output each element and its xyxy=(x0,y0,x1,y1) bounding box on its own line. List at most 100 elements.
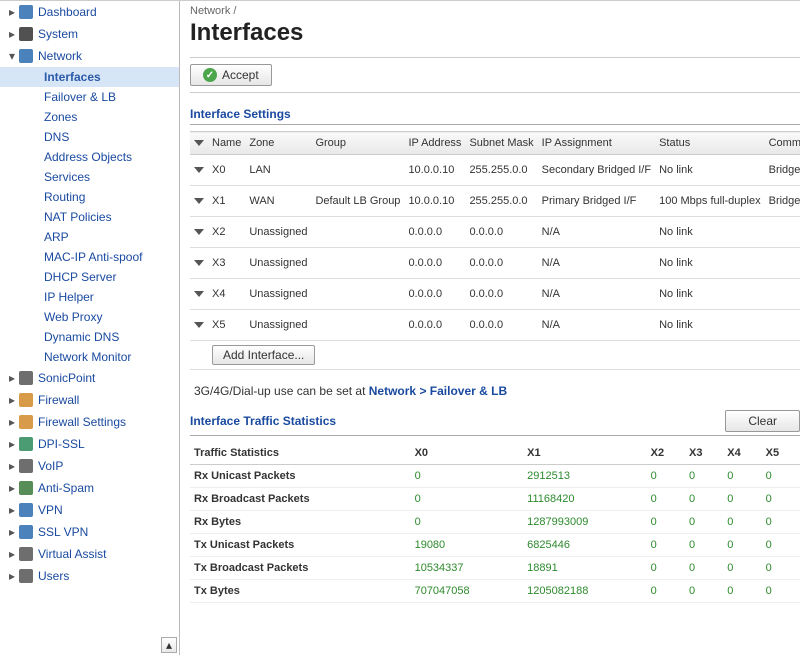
dpissl-icon xyxy=(18,436,34,452)
col-expand[interactable] xyxy=(190,132,208,155)
sidebar-item-sslvpn[interactable]: ▸SSL VPN xyxy=(0,521,179,543)
table-row: X3Unassigned0.0.0.00.0.0.0N/ANo link xyxy=(190,248,800,279)
sidebar-item-firewall[interactable]: ▸Firewall xyxy=(0,389,179,411)
sidebar-item-system[interactable]: ▸System xyxy=(0,23,179,45)
sidebar-sub-nat-policies[interactable]: NAT Policies xyxy=(0,207,179,227)
sidebar-item-antispam[interactable]: ▸Anti-Spam xyxy=(0,477,179,499)
sidebar-sub-failover-lb[interactable]: Failover & LB xyxy=(0,87,179,107)
antispam-icon xyxy=(18,480,34,496)
col-name[interactable]: Name xyxy=(208,132,245,155)
fwsettings-icon xyxy=(18,414,34,430)
sidebar-sub-dns[interactable]: DNS xyxy=(0,127,179,147)
sidebar-sub-address-objects[interactable]: Address Objects xyxy=(0,147,179,167)
stats-row: Tx Bytes70704705812050821880000 xyxy=(190,580,800,603)
stats-col-x4: X4 xyxy=(723,442,761,465)
sidebar-item-fwsettings[interactable]: ▸Firewall Settings xyxy=(0,411,179,433)
expand-icon: ▸ xyxy=(6,547,18,561)
stats-row: Tx Broadcast Packets10534337188910000 xyxy=(190,557,800,580)
col-comment[interactable]: Comment xyxy=(765,132,800,155)
expand-icon: ▸ xyxy=(6,393,18,407)
sidebar-sub-routing[interactable]: Routing xyxy=(0,187,179,207)
col-group[interactable]: Group xyxy=(311,132,404,155)
sslvpn-icon xyxy=(18,524,34,540)
sidebar-sub-arp[interactable]: ARP xyxy=(0,227,179,247)
failover-link[interactable]: Network > Failover & LB xyxy=(369,384,507,398)
stats-row: Tx Unicast Packets1908068254460000 xyxy=(190,534,800,557)
sidebar-scroll-up-button[interactable]: ▴ xyxy=(161,637,177,653)
row-expand-icon[interactable] xyxy=(194,260,204,266)
sonicpoint-icon xyxy=(18,370,34,386)
expand-icon: ▸ xyxy=(6,503,18,517)
sidebar-item-sonicpoint[interactable]: ▸SonicPoint xyxy=(0,367,179,389)
stats-col-x5: X5 xyxy=(762,442,800,465)
sidebar-sub-network-monitor[interactable]: Network Monitor xyxy=(0,347,179,367)
add-interface-button[interactable]: Add Interface... xyxy=(212,345,315,365)
traffic-stats-heading: Interface Traffic Statistics xyxy=(190,414,725,428)
sidebar-item-network[interactable]: ▾Network xyxy=(0,45,179,67)
stats-col-x0: X0 xyxy=(411,442,524,465)
sidebar-sub-ip-helper[interactable]: IP Helper xyxy=(0,287,179,307)
sidebar: ▸Dashboard▸System▾NetworkInterfacesFailo… xyxy=(0,1,180,655)
table-row: X2Unassigned0.0.0.00.0.0.0N/ANo link xyxy=(190,217,800,248)
system-icon xyxy=(18,26,34,42)
table-row: X5Unassigned0.0.0.00.0.0.0N/ANo link xyxy=(190,310,800,341)
chevron-up-icon: ▴ xyxy=(166,638,172,652)
stats-col-traffic-statistics: Traffic Statistics xyxy=(190,442,411,465)
sidebar-sub-interfaces[interactable]: Interfaces xyxy=(0,67,179,87)
col-subnet-mask[interactable]: Subnet Mask xyxy=(465,132,537,155)
expand-icon: ▸ xyxy=(6,371,18,385)
interface-settings-heading: Interface Settings xyxy=(190,107,800,125)
network-icon xyxy=(18,48,34,64)
firewall-icon xyxy=(18,392,34,408)
col-zone[interactable]: Zone xyxy=(245,132,311,155)
row-expand-icon[interactable] xyxy=(194,291,204,297)
col-ip-address[interactable]: IP Address xyxy=(404,132,465,155)
clear-button[interactable]: Clear xyxy=(725,410,800,432)
row-expand-icon[interactable] xyxy=(194,322,204,328)
voip-icon xyxy=(18,458,34,474)
main-content: Network / Interfaces ✓ Accept Interface … xyxy=(180,1,800,655)
expand-icon: ▾ xyxy=(6,49,18,63)
sidebar-item-users[interactable]: ▸Users xyxy=(0,565,179,587)
table-row: X1WANDefault LB Group10.0.0.10255.255.0.… xyxy=(190,186,800,217)
stats-col-x1: X1 xyxy=(523,442,647,465)
sidebar-sub-mac-ip-anti-spoof[interactable]: MAC-IP Anti-spoof xyxy=(0,247,179,267)
expand-icon: ▸ xyxy=(6,27,18,41)
accept-label: Accept xyxy=(222,68,259,82)
page-title: Interfaces xyxy=(190,19,800,47)
virtualassist-icon xyxy=(18,546,34,562)
sidebar-sub-dhcp-server[interactable]: DHCP Server xyxy=(0,267,179,287)
sidebar-sub-services[interactable]: Services xyxy=(0,167,179,187)
expand-icon: ▸ xyxy=(6,569,18,583)
interface-table: NameZoneGroupIP AddressSubnet MaskIP Ass… xyxy=(190,131,800,370)
row-expand-icon[interactable] xyxy=(194,229,204,235)
sidebar-sub-web-proxy[interactable]: Web Proxy xyxy=(0,307,179,327)
stats-row: Rx Bytes012879930090000 xyxy=(190,511,800,534)
table-row: X0LAN10.0.0.10255.255.0.0Secondary Bridg… xyxy=(190,155,800,186)
row-expand-icon[interactable] xyxy=(194,198,204,204)
breadcrumb: Network / xyxy=(190,5,800,17)
vpn-icon xyxy=(18,502,34,518)
sidebar-item-virtualassist[interactable]: ▸Virtual Assist xyxy=(0,543,179,565)
chevron-down-icon xyxy=(194,140,204,146)
stats-row: Rx Broadcast Packets0111684200000 xyxy=(190,488,800,511)
expand-icon: ▸ xyxy=(6,437,18,451)
dashboard-icon xyxy=(18,4,34,20)
col-status[interactable]: Status xyxy=(655,132,765,155)
row-expand-icon[interactable] xyxy=(194,167,204,173)
accept-button[interactable]: ✓ Accept xyxy=(190,64,272,86)
stats-row: Rx Unicast Packets029125130000 xyxy=(190,465,800,488)
expand-icon: ▸ xyxy=(6,525,18,539)
expand-icon: ▸ xyxy=(6,481,18,495)
sidebar-item-voip[interactable]: ▸VoIP xyxy=(0,455,179,477)
sidebar-item-vpn[interactable]: ▸VPN xyxy=(0,499,179,521)
sidebar-item-dashboard[interactable]: ▸Dashboard xyxy=(0,1,179,23)
traffic-stats-table: Traffic StatisticsX0X1X2X3X4X5 Rx Unicas… xyxy=(190,442,800,603)
table-row: X4Unassigned0.0.0.00.0.0.0N/ANo link xyxy=(190,279,800,310)
sidebar-item-dpissl[interactable]: ▸DPI-SSL xyxy=(0,433,179,455)
col-ip-assignment[interactable]: IP Assignment xyxy=(538,132,655,155)
sidebar-sub-zones[interactable]: Zones xyxy=(0,107,179,127)
sidebar-sub-dynamic-dns[interactable]: Dynamic DNS xyxy=(0,327,179,347)
expand-icon: ▸ xyxy=(6,459,18,473)
expand-icon: ▸ xyxy=(6,5,18,19)
